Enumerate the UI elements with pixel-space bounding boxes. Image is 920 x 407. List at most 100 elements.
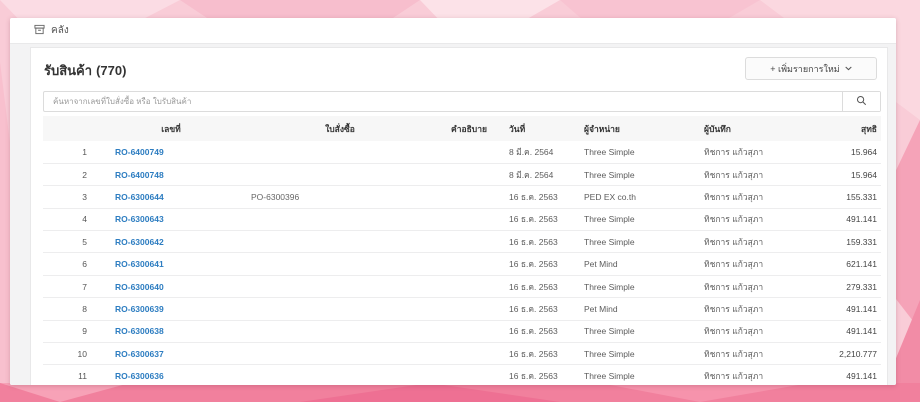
row-description bbox=[429, 320, 509, 344]
row-date: 16 ธ.ค. 2563 bbox=[509, 230, 584, 254]
receipt-number-link[interactable]: RO-6300643 bbox=[115, 214, 164, 224]
row-index: 8 bbox=[43, 297, 91, 321]
row-vendor: Three Simple bbox=[584, 342, 704, 366]
row-total: 159.331 bbox=[829, 230, 881, 254]
receipt-number-link[interactable]: RO-6300640 bbox=[115, 282, 164, 292]
row-po: PO-6300396 bbox=[251, 185, 429, 209]
receipt-number-link[interactable]: RO-6300642 bbox=[115, 237, 164, 247]
record-count: (770) bbox=[96, 63, 127, 78]
row-date: 8 มี.ค. 2564 bbox=[509, 141, 584, 164]
receipt-number-link[interactable]: RO-6400749 bbox=[115, 147, 164, 157]
archive-box-icon bbox=[34, 24, 45, 38]
row-vendor: Pet Mind bbox=[584, 252, 704, 276]
receive-goods-card: รับสินค้า (770) + เพิ่มรายการใหม่ ค้นหาจ… bbox=[30, 47, 888, 385]
row-recorder: ทิชการ แก้วสุภา bbox=[704, 364, 829, 385]
col-index-header bbox=[43, 116, 91, 141]
row-po bbox=[251, 342, 429, 366]
row-number-cell: RO-6300637 bbox=[91, 342, 251, 366]
row-po bbox=[251, 163, 429, 187]
table-row: 10 RO-6300637 16 ธ.ค. 2563 Three Simple … bbox=[43, 342, 881, 366]
row-index: 5 bbox=[43, 230, 91, 254]
row-total: 621.141 bbox=[829, 252, 881, 276]
add-new-entry-button[interactable]: + เพิ่มรายการใหม่ bbox=[745, 57, 877, 80]
row-po bbox=[251, 252, 429, 276]
row-po bbox=[251, 297, 429, 321]
row-index: 3 bbox=[43, 185, 91, 209]
row-vendor: Three Simple bbox=[584, 208, 704, 232]
table-row: 3 RO-6300644 PO-6300396 16 ธ.ค. 2563 PED… bbox=[43, 185, 881, 209]
row-vendor: Three Simple bbox=[584, 320, 704, 344]
row-recorder: ทิชการ แก้วสุภา bbox=[704, 320, 829, 344]
receipt-number-link[interactable]: RO-6300641 bbox=[115, 259, 164, 269]
row-number-cell: RO-6400748 bbox=[91, 163, 251, 187]
receipt-number-link[interactable]: RO-6300644 bbox=[115, 192, 164, 202]
receipts-table: เลขที่ ใบสั่งซื้อ คำอธิบาย วันที่ ผู้จำห… bbox=[43, 116, 881, 385]
col-po-header: ใบสั่งซื้อ bbox=[251, 116, 429, 141]
row-index: 2 bbox=[43, 163, 91, 187]
row-po bbox=[251, 320, 429, 344]
row-index: 4 bbox=[43, 208, 91, 232]
table-row: 7 RO-6300640 16 ธ.ค. 2563 Three Simple ท… bbox=[43, 275, 881, 299]
table-row: 9 RO-6300638 16 ธ.ค. 2563 Three Simple ท… bbox=[43, 320, 881, 344]
table-row: 2 RO-6400748 8 มี.ค. 2564 Three Simple ท… bbox=[43, 163, 881, 187]
breadcrumb-warehouse-tab[interactable]: คลัง bbox=[34, 23, 69, 38]
table-row: 1 RO-6400749 8 มี.ค. 2564 Three Simple ท… bbox=[43, 141, 881, 164]
breadcrumb-label: คลัง bbox=[51, 25, 69, 36]
row-date: 16 ธ.ค. 2563 bbox=[509, 320, 584, 344]
table-row: 4 RO-6300643 16 ธ.ค. 2563 Three Simple ท… bbox=[43, 208, 881, 232]
row-date: 16 ธ.ค. 2563 bbox=[509, 275, 584, 299]
table-header-row: เลขที่ ใบสั่งซื้อ คำอธิบาย วันที่ ผู้จำห… bbox=[43, 116, 881, 141]
row-vendor: Three Simple bbox=[584, 163, 704, 187]
receipt-number-link[interactable]: RO-6300636 bbox=[115, 371, 164, 381]
search-button[interactable] bbox=[842, 92, 880, 111]
row-description bbox=[429, 364, 509, 385]
table-row: 11 RO-6300636 16 ธ.ค. 2563 Three Simple … bbox=[43, 364, 881, 385]
row-total: 491.141 bbox=[829, 297, 881, 321]
chevron-down-icon bbox=[845, 66, 852, 71]
table-row: 8 RO-6300639 16 ธ.ค. 2563 Pet Mind ทิชกา… bbox=[43, 297, 881, 321]
row-po bbox=[251, 208, 429, 232]
page-title: รับสินค้า bbox=[44, 63, 93, 78]
row-date: 16 ธ.ค. 2563 bbox=[509, 252, 584, 276]
row-index: 6 bbox=[43, 252, 91, 276]
row-po bbox=[251, 364, 429, 385]
row-total: 2,210.777 bbox=[829, 342, 881, 366]
app-window: คลัง รับสินค้า (770) + เพิ่มรายการใหม่ ค… bbox=[10, 18, 896, 385]
row-vendor: Three Simple bbox=[584, 275, 704, 299]
row-vendor: Three Simple bbox=[584, 364, 704, 385]
receipt-number-link[interactable]: RO-6300638 bbox=[115, 326, 164, 336]
row-total: 15.964 bbox=[829, 163, 881, 187]
col-recorder-header: ผู้บันทึก bbox=[704, 116, 829, 141]
row-recorder: ทิชการ แก้วสุภา bbox=[704, 342, 829, 366]
add-button-label: + เพิ่มรายการใหม่ bbox=[770, 63, 840, 74]
col-number-header: เลขที่ bbox=[91, 116, 251, 141]
row-recorder: ทิชการ แก้วสุภา bbox=[704, 275, 829, 299]
row-description bbox=[429, 252, 509, 276]
row-date: 16 ธ.ค. 2563 bbox=[509, 185, 584, 209]
col-vendor-header: ผู้จำหน่าย bbox=[584, 116, 704, 141]
search-input[interactable] bbox=[44, 92, 842, 111]
top-bar: คลัง bbox=[10, 18, 896, 44]
row-total: 491.141 bbox=[829, 364, 881, 385]
row-total: 491.141 bbox=[829, 208, 881, 232]
row-index: 11 bbox=[43, 364, 91, 385]
row-number-cell: RO-6300643 bbox=[91, 208, 251, 232]
row-number-cell: RO-6300639 bbox=[91, 297, 251, 321]
content-area: รับสินค้า (770) + เพิ่มรายการใหม่ ค้นหาจ… bbox=[10, 44, 896, 385]
row-vendor: Three Simple bbox=[584, 230, 704, 254]
row-po bbox=[251, 275, 429, 299]
receipt-number-link[interactable]: RO-6300637 bbox=[115, 349, 164, 359]
row-number-cell: RO-6300640 bbox=[91, 275, 251, 299]
receipt-number-link[interactable]: RO-6400748 bbox=[115, 170, 164, 180]
row-total: 279.331 bbox=[829, 275, 881, 299]
row-index: 7 bbox=[43, 275, 91, 299]
row-date: 16 ธ.ค. 2563 bbox=[509, 364, 584, 385]
row-po bbox=[251, 141, 429, 164]
row-index: 9 bbox=[43, 320, 91, 344]
row-description bbox=[429, 141, 509, 164]
receipt-number-link[interactable]: RO-6300639 bbox=[115, 304, 164, 314]
row-description bbox=[429, 342, 509, 366]
row-number-cell: RO-6300636 bbox=[91, 364, 251, 385]
table-body: 1 RO-6400749 8 มี.ค. 2564 Three Simple ท… bbox=[43, 141, 881, 385]
row-recorder: ทิชการ แก้วสุภา bbox=[704, 252, 829, 276]
